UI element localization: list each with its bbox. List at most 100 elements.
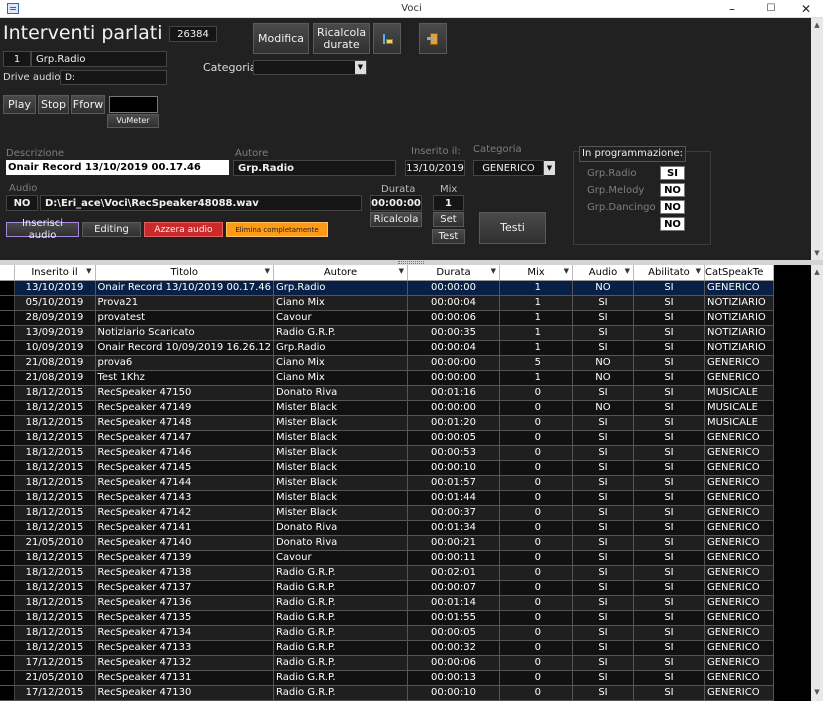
table-cell[interactable]: SI xyxy=(572,385,634,401)
table-cell[interactable]: 18/12/2015 xyxy=(14,415,96,431)
table-cell[interactable]: Ciano Mix xyxy=(273,370,408,386)
table-cell[interactable]: GENERICO xyxy=(704,475,774,491)
table-cell[interactable]: SI xyxy=(572,550,634,566)
table-cell[interactable]: 18/12/2015 xyxy=(14,640,96,656)
table-cell[interactable]: 18/12/2015 xyxy=(14,595,96,611)
minimize-button[interactable]: – xyxy=(715,0,749,18)
table-cell[interactable]: 17/12/2015 xyxy=(14,655,96,671)
table-cell[interactable]: 00:00:10 xyxy=(407,685,500,701)
table-cell[interactable]: 00:00:00 xyxy=(407,370,500,386)
table-cell[interactable]: SI xyxy=(572,490,634,506)
col-header-abilitato[interactable]: Abilitato ▼ xyxy=(633,265,705,281)
table-cell[interactable]: 10/09/2019 xyxy=(14,340,96,356)
table-cell[interactable]: RecSpeaker 47147 xyxy=(95,430,274,446)
table-cell[interactable]: Ciano Mix xyxy=(273,295,408,311)
table-row[interactable]: 21/05/2010 RecSpeaker 47131 Radio G.R.P. 00… xyxy=(0,670,774,686)
row-selector[interactable] xyxy=(0,370,15,386)
table-cell[interactable]: SI xyxy=(572,565,634,581)
table-cell[interactable]: SI xyxy=(633,610,705,626)
table-cell[interactable]: RecSpeaker 47131 xyxy=(95,670,274,686)
drive-field[interactable]: D: xyxy=(60,70,167,85)
table-row-selected[interactable]: 13/10/2019 Onair Record 13/10/2019 00.17.… xyxy=(0,280,774,296)
table-cell[interactable]: SI xyxy=(572,295,634,311)
row-selector[interactable] xyxy=(0,610,15,626)
table-cell[interactable]: GENERICO xyxy=(704,685,774,701)
table-cell[interactable]: 05/10/2019 xyxy=(14,295,96,311)
table-cell[interactable]: 0 xyxy=(499,520,573,536)
table-cell[interactable]: Radio G.R.P. xyxy=(273,685,408,701)
table-cell[interactable]: Prova21 xyxy=(95,295,274,311)
stop-button[interactable]: Stop xyxy=(38,95,69,114)
table-row[interactable]: 18/12/2015 RecSpeaker 47143 Mister Black 00… xyxy=(0,490,774,506)
table-cell[interactable]: SI xyxy=(633,490,705,506)
table-cell[interactable]: SI xyxy=(572,415,634,431)
table-cell[interactable]: RecSpeaker 47150 xyxy=(95,385,274,401)
table-cell[interactable]: SI xyxy=(633,340,705,356)
filter-dropdown-icon[interactable]: ▼ xyxy=(86,267,91,275)
table-cell[interactable]: SI xyxy=(633,475,705,491)
table-cell[interactable]: 21/08/2019 xyxy=(14,370,96,386)
table-cell[interactable]: 00:00:32 xyxy=(407,640,500,656)
table-cell[interactable]: 1 xyxy=(499,280,573,296)
row-selector[interactable] xyxy=(0,295,15,311)
audio-path-field[interactable]: D:\Eri_ace\Voci\RecSpeaker48088.wav xyxy=(40,195,362,211)
table-cell[interactable]: NOTIZIARIO xyxy=(704,295,774,311)
table-row[interactable]: 18/12/2015 RecSpeaker 47135 Radio G.R.P. 00… xyxy=(0,610,774,626)
table-cell[interactable]: 00:01:16 xyxy=(407,385,500,401)
col-header-mix[interactable]: Mix ▼ xyxy=(499,265,573,281)
table-cell[interactable]: 00:00:35 xyxy=(407,325,500,341)
filter-dropdown-icon[interactable]: ▼ xyxy=(696,267,701,275)
table-cell[interactable]: RecSpeaker 47141 xyxy=(95,520,274,536)
table-cell[interactable]: Ciano Mix xyxy=(273,355,408,371)
table-row[interactable]: 13/09/2019 Notiziario Scaricato Radio G.R.… xyxy=(0,325,774,341)
table-cell[interactable]: RecSpeaker 47142 xyxy=(95,505,274,521)
table-cell[interactable]: SI xyxy=(572,310,634,326)
table-row[interactable]: 18/12/2015 RecSpeaker 47134 Radio G.R.P. 00… xyxy=(0,625,774,641)
table-cell[interactable]: 0 xyxy=(499,685,573,701)
table-cell[interactable]: RecSpeaker 47134 xyxy=(95,625,274,641)
table-cell[interactable]: SI xyxy=(572,655,634,671)
table-cell[interactable]: SI xyxy=(633,640,705,656)
table-cell[interactable]: Onair Record 10/09/2019 16.26.12 xyxy=(95,340,274,356)
inserted-field[interactable]: 13/10/2019 xyxy=(405,160,465,176)
table-row[interactable]: 10/09/2019 Onair Record 10/09/2019 16.26.… xyxy=(0,340,774,356)
table-cell[interactable]: SI xyxy=(572,325,634,341)
table-cell[interactable]: RecSpeaker 47140 xyxy=(95,535,274,551)
vumeter-button[interactable]: VuMeter xyxy=(107,114,159,128)
table-cell[interactable]: 0 xyxy=(499,505,573,521)
table-row[interactable]: 17/12/2015 RecSpeaker 47130 Radio G.R.P. 00… xyxy=(0,685,774,701)
author-field[interactable]: Grp.Radio xyxy=(233,160,396,176)
texts-button[interactable]: Testi xyxy=(479,212,546,244)
table-cell[interactable]: SI xyxy=(633,370,705,386)
table-cell[interactable]: 5 xyxy=(499,355,573,371)
edit-button[interactable]: Modifica xyxy=(253,23,309,54)
table-cell[interactable]: RecSpeaker 47146 xyxy=(95,445,274,461)
sort-button[interactable] xyxy=(373,23,401,54)
table-cell[interactable]: 1 xyxy=(499,325,573,341)
scroll-up-icon[interactable]: ▲ xyxy=(812,20,822,30)
table-cell[interactable]: 0 xyxy=(499,535,573,551)
table-cell[interactable]: SI xyxy=(633,445,705,461)
table-cell[interactable]: SI xyxy=(572,505,634,521)
table-cell[interactable]: NOTIZIARIO xyxy=(704,325,774,341)
table-cell[interactable]: SI xyxy=(572,670,634,686)
table-cell[interactable]: RecSpeaker 47144 xyxy=(95,475,274,491)
table-cell[interactable]: Radio G.R.P. xyxy=(273,655,408,671)
table-cell[interactable]: 18/12/2015 xyxy=(14,475,96,491)
table-cell[interactable]: SI xyxy=(633,325,705,341)
mix-test-button[interactable]: Test xyxy=(432,229,465,244)
table-cell[interactable]: 00:00:00 xyxy=(407,355,500,371)
table-cell[interactable]: 00:00:05 xyxy=(407,430,500,446)
table-cell[interactable]: SI xyxy=(633,685,705,701)
row-selector[interactable] xyxy=(0,310,15,326)
row-selector[interactable] xyxy=(0,445,15,461)
table-cell[interactable]: 00:01:55 xyxy=(407,610,500,626)
table-row[interactable]: 18/12/2015 RecSpeaker 47146 Mister Black 00… xyxy=(0,445,774,461)
table-cell[interactable]: 0 xyxy=(499,475,573,491)
table-cell[interactable]: Grp.Radio xyxy=(273,340,408,356)
table-cell[interactable]: 0 xyxy=(499,595,573,611)
col-header-autore[interactable]: Autore ▼ xyxy=(273,265,408,281)
table-row[interactable]: 18/12/2015 RecSpeaker 47144 Mister Black 00… xyxy=(0,475,774,491)
group-id-field[interactable]: 1 xyxy=(3,51,31,67)
table-cell[interactable]: SI xyxy=(633,655,705,671)
